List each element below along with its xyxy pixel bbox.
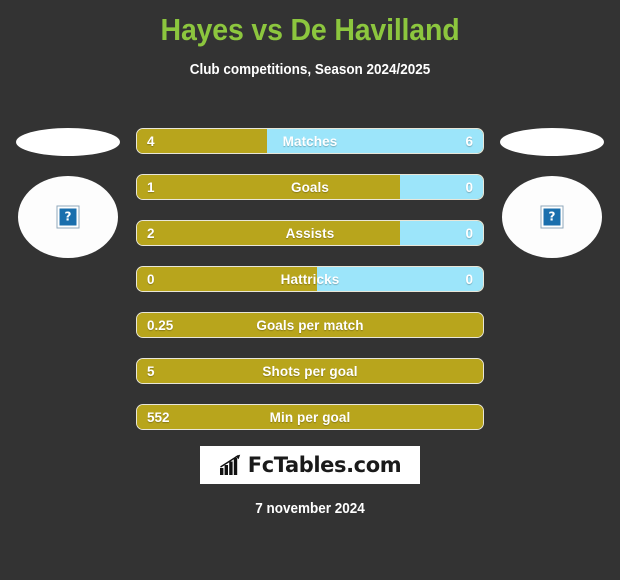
stat-bar-row: Matches 4 6 [136, 128, 484, 154]
stat-bar-away-value: 0 [465, 179, 473, 195]
stat-bar-away-value: 0 [465, 271, 473, 287]
stat-bar-home-value: 4 [147, 133, 155, 149]
stat-bar-home-value: 0 [147, 271, 155, 287]
home-player-photo-top-ellipse [16, 128, 120, 156]
footer-date: 7 november 2024 [255, 501, 365, 517]
stat-bar-row: Goals per match 0.25 [136, 312, 484, 338]
stat-bar-away-value: 0 [465, 225, 473, 241]
away-player-photo: ? [484, 120, 620, 280]
stat-bar-label: Hattricks [280, 271, 340, 287]
page-title: Hayes vs De Havilland [160, 12, 460, 47]
stat-bar-home-value: 0.25 [147, 317, 174, 333]
bar-chart-growth-icon [219, 454, 240, 475]
stat-bar-away-value: 6 [465, 133, 473, 149]
broken-image-icon: ? [57, 206, 79, 228]
fctables-logo: FcTables.com [200, 446, 420, 484]
stat-bar-label: Shots per goal [262, 363, 358, 379]
broken-image-icon: ? [541, 206, 563, 228]
stat-bar-home-value: 552 [147, 409, 170, 425]
logo-text: FcTables.com [247, 453, 402, 477]
stat-bar-row: Min per goal 552 [136, 404, 484, 430]
page-subtitle: Club competitions, Season 2024/2025 [189, 62, 431, 78]
stat-comparison-page: Hayes vs De Havilland Club competitions,… [0, 0, 620, 580]
home-player-photo-ellipse: ? [18, 176, 118, 258]
stat-bar-label: Assists [285, 225, 335, 241]
stat-bar-label: Matches [282, 133, 338, 149]
stat-bar-label: Goals [290, 179, 329, 195]
stat-bar-row: Hattricks 0 0 [136, 266, 484, 292]
home-player-photo: ? [0, 120, 136, 280]
stat-bar-row: Shots per goal 5 [136, 358, 484, 384]
stat-bar-home-value: 1 [147, 179, 155, 195]
stat-bar-label: Goals per match [256, 317, 364, 333]
away-player-photo-top-ellipse [500, 128, 604, 156]
stat-bar-row: Assists 2 0 [136, 220, 484, 246]
stat-bar-home-value: 5 [147, 363, 155, 379]
stat-bar-row: Goals 1 0 [136, 174, 484, 200]
away-player-photo-ellipse: ? [502, 176, 602, 258]
stat-bar-list: Matches 4 6 Goals 1 0 Assists 2 0 Hattricks 0 0 Goal… [136, 128, 484, 450]
stat-bar-label: Min per goal [269, 409, 351, 425]
stat-bar-home-value: 2 [147, 225, 155, 241]
